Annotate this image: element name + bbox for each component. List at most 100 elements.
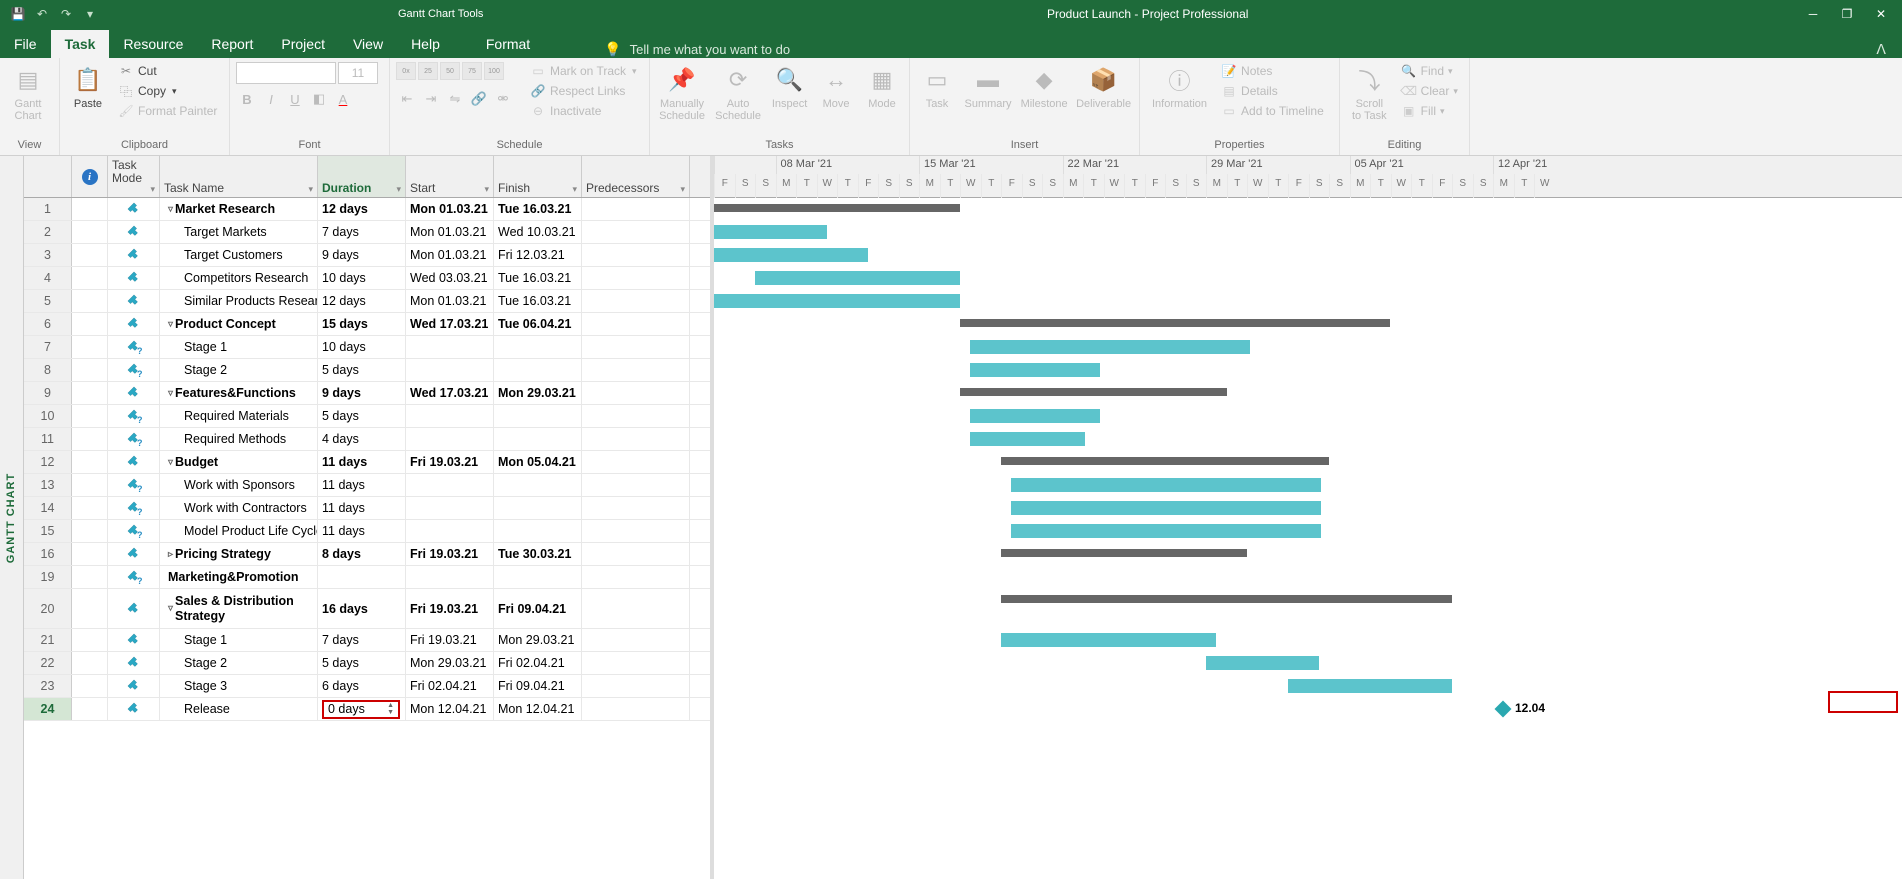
gantt-summary-bar[interactable] [1001, 595, 1452, 603]
finish-cell[interactable] [494, 359, 582, 381]
find-button[interactable]: 🔍Find▾ [1397, 62, 1462, 80]
info-cell[interactable] [72, 198, 108, 220]
scroll-to-task-button[interactable]: ⤵Scroll to Task [1346, 62, 1393, 124]
col-duration[interactable]: Duration▾ [318, 156, 406, 197]
insert-milestone-button[interactable]: ◆Milestone [1018, 62, 1070, 112]
duration-cell[interactable]: 11 days [318, 474, 406, 496]
italic-button[interactable]: I [260, 88, 282, 110]
table-row[interactable]: 3 Target Customers 9 days Mon 01.03.21 F… [24, 244, 710, 267]
gantt-summary-bar[interactable] [960, 388, 1227, 396]
split-button[interactable]: ⇋ [444, 88, 466, 110]
mode-cell[interactable] [108, 451, 160, 473]
mode-cell[interactable]: ? [108, 497, 160, 519]
row-number[interactable]: 11 [24, 428, 72, 450]
link-button[interactable]: 🔗 [468, 88, 490, 110]
gantt-task-bar[interactable] [1288, 679, 1452, 693]
row-number[interactable]: 13 [24, 474, 72, 496]
table-row[interactable]: 13 ? Work with Sponsors 11 days [24, 474, 710, 497]
start-cell[interactable] [406, 474, 494, 496]
mode-cell[interactable] [108, 313, 160, 335]
row-number[interactable]: 15 [24, 520, 72, 542]
name-cell[interactable]: Model Product Life Cycle [160, 520, 318, 542]
table-row[interactable]: 2 Target Markets 7 days Mon 01.03.21 Wed… [24, 221, 710, 244]
gantt-task-bar[interactable] [1001, 633, 1216, 647]
name-cell[interactable]: ▿Market Research [160, 198, 318, 220]
duration-cell[interactable]: 5 days [318, 405, 406, 427]
insert-task-button[interactable]: ▭Task [916, 62, 958, 112]
finish-cell[interactable]: Wed 10.03.21 [494, 221, 582, 243]
predecessors-cell[interactable] [582, 267, 690, 289]
info-cell[interactable] [72, 566, 108, 588]
outdent-button[interactable]: ⇤ [396, 88, 418, 110]
info-cell[interactable] [72, 267, 108, 289]
gantt-task-bar[interactable] [1206, 656, 1319, 670]
tab-report[interactable]: Report [197, 30, 267, 58]
info-cell[interactable] [72, 290, 108, 312]
finish-cell[interactable]: Tue 06.04.21 [494, 313, 582, 335]
col-task-name[interactable]: Task Name▾ [160, 156, 318, 197]
mode-cell[interactable] [108, 629, 160, 651]
duration-cell[interactable]: 16 days [318, 589, 406, 628]
name-cell[interactable]: Work with Contractors [160, 497, 318, 519]
info-cell[interactable] [72, 405, 108, 427]
predecessors-cell[interactable] [582, 244, 690, 266]
paste-button[interactable]: 📋 Paste [66, 62, 110, 112]
duration-cell[interactable]: 10 days [318, 336, 406, 358]
mode-cell[interactable] [108, 382, 160, 404]
font-name-select[interactable] [236, 62, 336, 84]
predecessors-cell[interactable] [582, 566, 690, 588]
start-cell[interactable]: Mon 01.03.21 [406, 290, 494, 312]
finish-cell[interactable]: Mon 29.03.21 [494, 382, 582, 404]
bgcolor-button[interactable]: ◧ [308, 88, 330, 110]
undo-icon[interactable]: ↶ [34, 6, 50, 22]
finish-cell[interactable]: Fri 02.04.21 [494, 652, 582, 674]
info-cell[interactable] [72, 629, 108, 651]
name-cell[interactable]: ▿Budget [160, 451, 318, 473]
table-row[interactable]: 22 Stage 2 5 days Mon 29.03.21 Fri 02.04… [24, 652, 710, 675]
col-start[interactable]: Start▾ [406, 156, 494, 197]
copy-button[interactable]: ⿻Copy▾ [114, 82, 221, 100]
mode-cell[interactable]: ? [108, 428, 160, 450]
predecessors-cell[interactable] [582, 428, 690, 450]
info-cell[interactable] [72, 698, 108, 720]
info-cell[interactable] [72, 221, 108, 243]
table-row[interactable]: 4 Competitors Research 10 days Wed 03.03… [24, 267, 710, 290]
info-cell[interactable] [72, 313, 108, 335]
gantt-task-bar[interactable] [714, 225, 827, 239]
mode-cell[interactable]: ? [108, 405, 160, 427]
close-button[interactable]: ✕ [1872, 5, 1890, 23]
clear-button[interactable]: ⌫Clear▾ [1397, 82, 1462, 100]
info-cell[interactable] [72, 382, 108, 404]
mode-cell[interactable] [108, 675, 160, 697]
pct50-button[interactable]: 50 [440, 62, 460, 80]
info-cell[interactable] [72, 543, 108, 565]
info-cell[interactable] [72, 244, 108, 266]
row-number[interactable]: 3 [24, 244, 72, 266]
name-cell[interactable]: ▿Features&Functions [160, 382, 318, 404]
format-painter-button[interactable]: 🖌Format Painter [114, 102, 221, 120]
redo-icon[interactable]: ↷ [58, 6, 74, 22]
tab-file[interactable]: File [0, 30, 51, 58]
gantt-task-bar[interactable] [970, 340, 1250, 354]
finish-cell[interactable]: Mon 12.04.21 [494, 698, 582, 720]
mode-cell[interactable] [108, 221, 160, 243]
name-cell[interactable]: Work with Sponsors [160, 474, 318, 496]
inspect-button[interactable]: 🔍Inspect [768, 62, 811, 112]
tab-resource[interactable]: Resource [109, 30, 197, 58]
finish-cell[interactable]: Fri 09.04.21 [494, 675, 582, 697]
name-cell[interactable]: Stage 2 [160, 359, 318, 381]
start-cell[interactable] [406, 359, 494, 381]
finish-cell[interactable]: Tue 16.03.21 [494, 198, 582, 220]
row-number[interactable]: 20 [24, 589, 72, 628]
gantt-summary-bar[interactable] [1001, 549, 1247, 557]
gantt-milestone[interactable] [1495, 701, 1512, 718]
outline-toggle-icon[interactable]: ▿ [168, 457, 173, 468]
tab-task[interactable]: Task [51, 30, 110, 58]
name-cell[interactable]: Stage 3 [160, 675, 318, 697]
duration-cell[interactable]: 7 days [318, 629, 406, 651]
finish-cell[interactable] [494, 336, 582, 358]
col-info[interactable]: i [72, 156, 108, 197]
predecessors-cell[interactable] [582, 451, 690, 473]
duration-cell[interactable]: 6 days [318, 675, 406, 697]
predecessors-cell[interactable] [582, 405, 690, 427]
